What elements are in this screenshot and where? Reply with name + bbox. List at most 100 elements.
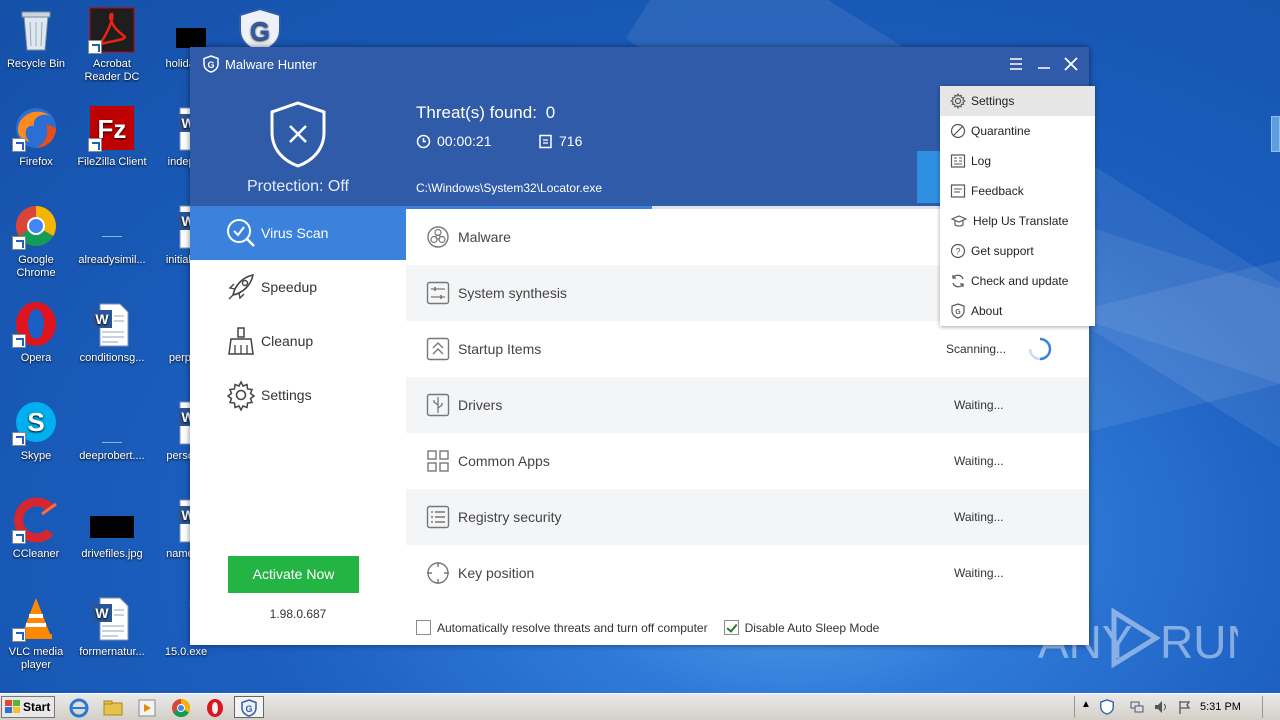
menu-item-log[interactable]: Log [940, 146, 1095, 176]
shield-small-icon: G [951, 303, 965, 319]
desktop-icon-ccleaner[interactable]: CCleaner [0, 496, 74, 561]
scan-item-drivers: Drivers Waiting... [406, 377, 1089, 433]
scan-options: Automatically resolve threats and turn o… [416, 620, 879, 635]
show-desktop-button[interactable] [1262, 696, 1278, 718]
action-center-flag-icon[interactable] [1177, 699, 1193, 715]
menu-item-label: Quarantine [971, 124, 1031, 138]
watermark-text-right: RUN [1160, 616, 1238, 668]
stop-scan-button[interactable] [917, 151, 941, 203]
taskbar: Start G ▲ 5:31 PM [0, 693, 1280, 720]
blank-file-icon [102, 236, 122, 237]
desktop-icon-file[interactable]: alreadysimil... [74, 202, 150, 267]
usb-icon [426, 393, 450, 417]
protection-status: Protection: Off [247, 178, 349, 195]
tray-malware-hunter-icon[interactable] [1099, 699, 1115, 715]
nav-label: Speedup [261, 279, 318, 295]
desktop-icon-recycle-bin[interactable]: Recycle Bin [0, 6, 74, 71]
nav-cleanup[interactable]: Cleanup [190, 314, 406, 368]
edge-scroll-handle[interactable] [1271, 116, 1280, 152]
scan-item-label: Drivers [458, 397, 503, 413]
version-label: 1.98.0.687 [269, 607, 327, 621]
svg-text:S: S [27, 407, 44, 437]
desktop-icon-label: Recycle Bin [6, 58, 66, 70]
file-explorer-icon[interactable] [102, 697, 124, 719]
desktop-icon-chrome[interactable]: Google Chrome [0, 202, 74, 280]
desktop-icon-label: Firefox [19, 156, 53, 168]
desktop-icon-file[interactable]: deeprobert.... [74, 398, 150, 463]
nav-virus-scan[interactable]: Virus Scan [190, 206, 406, 260]
menu-item-about[interactable]: G About [940, 296, 1095, 326]
refresh-icon [952, 274, 964, 288]
svg-text:?: ? [955, 247, 960, 257]
desktop-icon-label: VLC media player [8, 646, 64, 671]
nav-settings[interactable]: Settings [190, 368, 406, 422]
scan-item-status: Waiting... [954, 454, 1004, 468]
menu-item-check-update[interactable]: Check and update [940, 266, 1095, 296]
close-button[interactable] [1060, 53, 1082, 75]
desktop-icon-label: Google Chrome [16, 254, 56, 279]
file-count-icon [539, 134, 552, 148]
crosshair-icon [427, 562, 449, 584]
desktop-icon-file[interactable]: W formernatur... [74, 594, 150, 659]
desktop-icon-file[interactable]: drivefiles.jpg [74, 496, 150, 561]
disable-sleep-checkbox[interactable] [723, 620, 739, 635]
activate-now-button[interactable]: Activate Now [228, 556, 359, 593]
scan-item-label: Registry security [458, 509, 562, 525]
scan-item-label: Common Apps [458, 453, 550, 469]
scan-item-label: Startup Items [458, 341, 542, 357]
loading-spinner-icon [1028, 337, 1052, 361]
close-icon [1064, 57, 1078, 71]
desktop-icon-firefox[interactable]: Firefox [0, 104, 74, 169]
scan-item-label: Malware [458, 229, 511, 245]
auto-resolve-checkbox[interactable] [416, 620, 431, 635]
desktop-icon-label: Opera [20, 352, 52, 364]
menu-item-label: Get support [971, 244, 1034, 258]
nav-speedup[interactable]: Speedup [190, 260, 406, 314]
scan-item-common-apps: Common Apps Waiting... [406, 433, 1089, 489]
svg-text:W: W [95, 605, 109, 621]
start-button[interactable]: Start [1, 696, 55, 718]
desktop-icon-label: FileZilla Client [77, 156, 147, 168]
desktop-icon-label: CCleaner [12, 548, 60, 560]
minimize-button[interactable] [1033, 53, 1055, 75]
malware-hunter-taskbar-button[interactable]: G [234, 696, 264, 718]
scan-item-startup-items: Startup Items Scanning... [406, 321, 1089, 377]
title-bar[interactable]: G Malware Hunter [190, 47, 1089, 80]
disable-sleep-label: Disable Auto Sleep Mode [744, 620, 880, 635]
svg-text:G: G [245, 704, 252, 714]
gear-icon [226, 380, 256, 411]
hamburger-icon [1010, 58, 1022, 70]
virus-scan-icon [227, 219, 255, 247]
startup-icon [426, 337, 450, 361]
tray-expand-icon[interactable]: ▲ [1081, 699, 1091, 710]
word-doc-icon: W [92, 597, 129, 641]
start-label: Start [23, 700, 51, 714]
desktop-icon-file[interactable]: W conditionsg... [74, 300, 150, 365]
desktop-icon-opera[interactable]: Opera [0, 300, 74, 365]
menu-item-quarantine[interactable]: Quarantine [940, 116, 1095, 146]
registry-list-icon [426, 505, 450, 529]
menu-button[interactable] [1005, 53, 1027, 75]
scan-item-status: Scanning... [946, 342, 1007, 356]
desktop-icon-skype[interactable]: S Skype [0, 398, 74, 463]
system-clock[interactable]: 5:31 PM [1200, 701, 1241, 713]
internet-explorer-icon[interactable] [68, 697, 90, 719]
network-icon[interactable] [1129, 699, 1145, 715]
media-player-icon[interactable] [136, 697, 158, 719]
menu-item-help-translate[interactable]: Help Us Translate [940, 206, 1095, 236]
scan-item-key-position: Key position Waiting... [406, 545, 1089, 601]
opera-taskbar-icon[interactable] [204, 697, 226, 719]
menu-item-get-support[interactable]: ? Get support [940, 236, 1095, 266]
menu-item-feedback[interactable]: Feedback [940, 176, 1095, 206]
menu-item-settings[interactable]: Settings [940, 86, 1095, 116]
graduation-cap-icon [950, 215, 968, 227]
scan-item-registry-security: Registry security Waiting... [406, 489, 1089, 545]
desktop-icon-label: drivefiles.jpg [81, 548, 143, 560]
chrome-taskbar-icon[interactable] [170, 697, 192, 719]
volume-icon[interactable] [1153, 699, 1169, 715]
desktop-icon-acrobat[interactable]: Acrobat Reader DC [74, 6, 150, 84]
desktop-icon-filezilla[interactable]: Fz FileZilla Client [74, 104, 150, 169]
auto-resolve-label: Automatically resolve threats and turn o… [437, 620, 708, 635]
desktop-icon-label: formernatur... [79, 646, 145, 658]
desktop-icon-vlc[interactable]: VLC media player [0, 594, 74, 672]
